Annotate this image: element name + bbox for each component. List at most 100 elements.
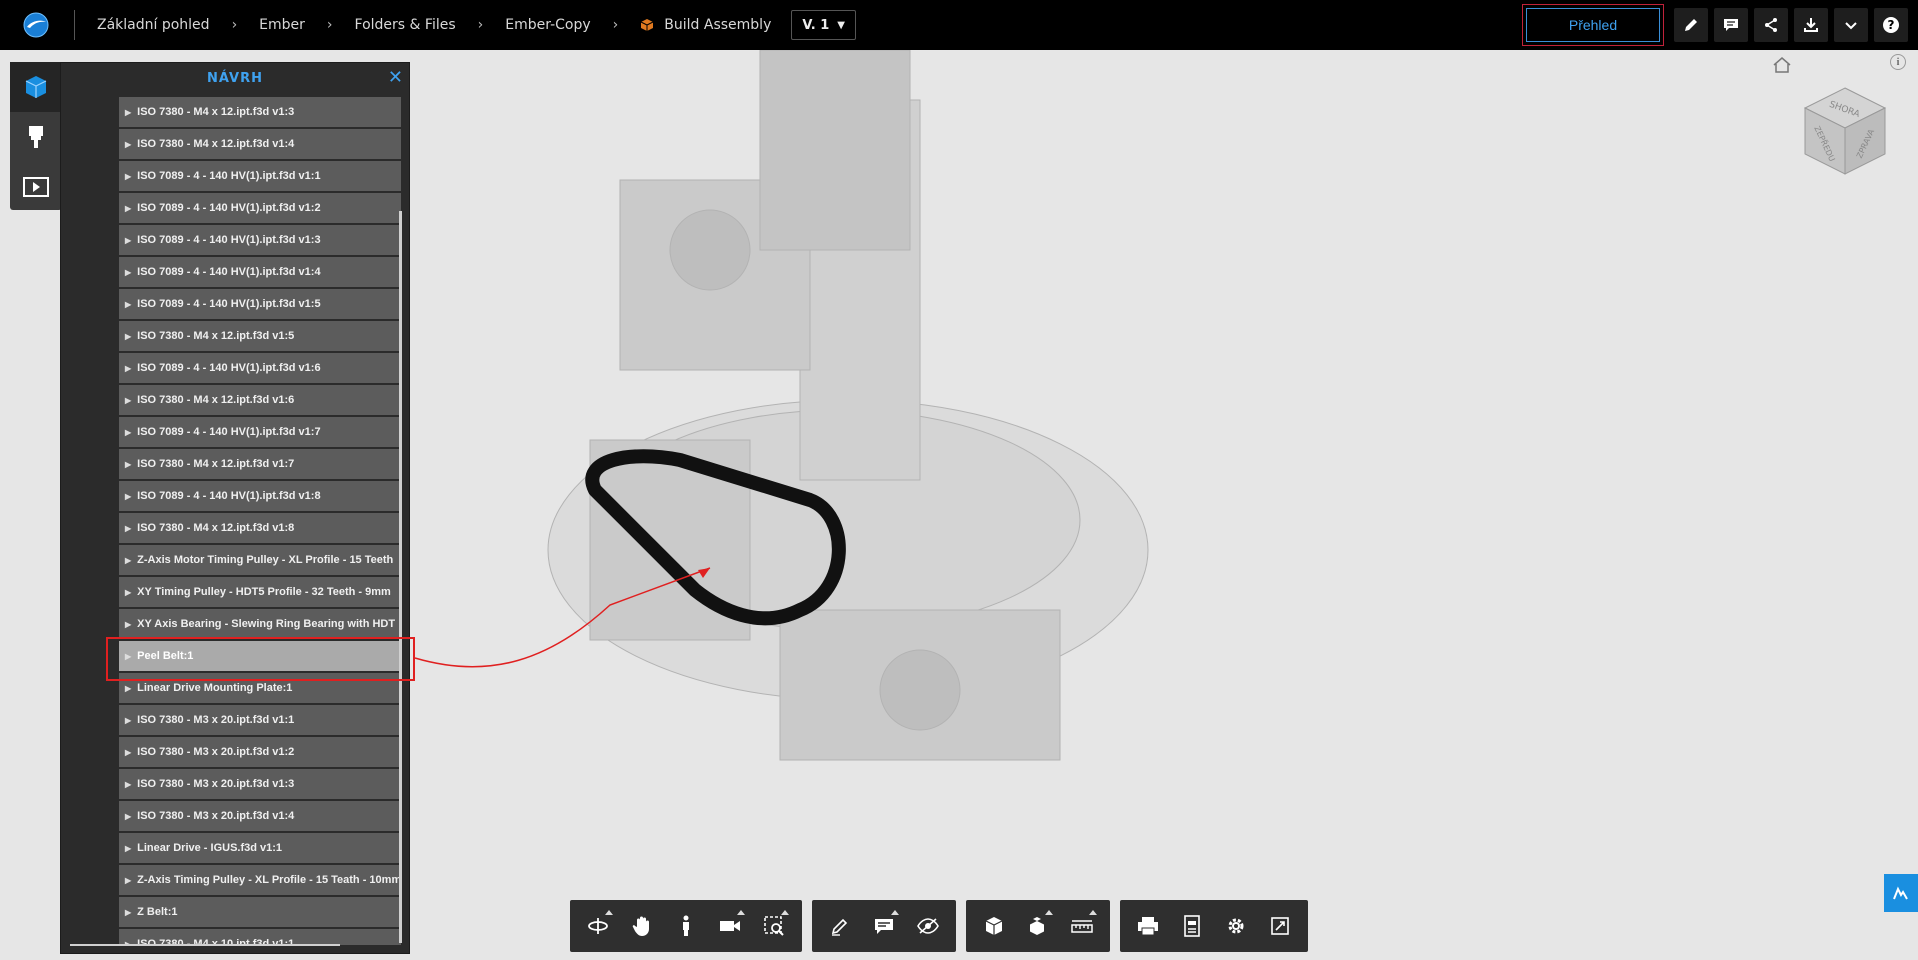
- expand-icon[interactable]: ▶: [125, 172, 131, 181]
- fullscreen-button[interactable]: [1258, 904, 1302, 948]
- expand-icon[interactable]: ▶: [125, 844, 131, 853]
- breadcrumb-item-ember[interactable]: Ember: [255, 17, 309, 33]
- breadcrumb-item-home[interactable]: Základní pohled: [93, 17, 214, 33]
- expand-icon[interactable]: ▶: [125, 556, 131, 565]
- breadcrumb-item-label: Build Assembly: [664, 17, 772, 33]
- measure-button[interactable]: [1060, 904, 1104, 948]
- breadcrumb-item-folders[interactable]: Folders & Files: [351, 17, 460, 33]
- expand-icon[interactable]: ▶: [125, 588, 131, 597]
- tree-item[interactable]: ▶ ISO 7089 - 4 - 140 HV(1).ipt.f3d v1:5: [119, 289, 401, 319]
- expand-icon[interactable]: ▶: [125, 108, 131, 117]
- tree-item[interactable]: ▶ ISO 7089 - 4 - 140 HV(1).ipt.f3d v1:6: [119, 353, 401, 383]
- expand-arrow-icon: [891, 910, 899, 915]
- expand-icon[interactable]: ▶: [125, 748, 131, 757]
- expand-icon[interactable]: ▶: [125, 396, 131, 405]
- expand-icon[interactable]: ▶: [125, 716, 131, 725]
- view-cube[interactable]: SHORA ZEPŘEDU ZPRAVA: [1800, 84, 1890, 180]
- info-icon[interactable]: i: [1890, 54, 1906, 70]
- comment-tool-button[interactable]: [862, 904, 906, 948]
- tree-item[interactable]: ▶ ISO 7089 - 4 - 140 HV(1).ipt.f3d v1:2: [119, 193, 401, 223]
- tree-item[interactable]: ▶ ISO 7380 - M4 x 12.ipt.f3d v1:6: [119, 385, 401, 415]
- orbit-button[interactable]: [576, 904, 620, 948]
- tree-item[interactable]: ▶ ISO 7380 - M3 x 20.ipt.f3d v1:4: [119, 801, 401, 831]
- tree-item[interactable]: ▶ ISO 7380 - M3 x 20.ipt.f3d v1:3: [119, 769, 401, 799]
- expand-icon[interactable]: ▶: [125, 140, 131, 149]
- tree-item-label: ISO 7089 - 4 - 140 HV(1).ipt.f3d v1:5: [137, 298, 321, 310]
- expand-icon[interactable]: ▶: [125, 236, 131, 245]
- version-select[interactable]: V. 1 ▼: [791, 10, 856, 40]
- explode-button[interactable]: [1016, 904, 1060, 948]
- expand-icon[interactable]: ▶: [125, 428, 131, 437]
- help-icon: ?: [1883, 17, 1899, 33]
- bottom-toolbar: [570, 900, 1318, 952]
- expand-icon[interactable]: ▶: [125, 364, 131, 373]
- tree-item-label: ISO 7089 - 4 - 140 HV(1).ipt.f3d v1:4: [137, 266, 321, 278]
- walk-button[interactable]: [664, 904, 708, 948]
- home-icon[interactable]: [1772, 56, 1792, 74]
- model-structure-button[interactable]: [972, 904, 1016, 948]
- settings-button[interactable]: [1214, 904, 1258, 948]
- expand-icon[interactable]: ▶: [125, 204, 131, 213]
- tree-item-label: ISO 7089 - 4 - 140 HV(1).ipt.f3d v1:8: [137, 490, 321, 502]
- horizontal-scrollbar[interactable]: [70, 944, 340, 946]
- tree-item[interactable]: ▶ ISO 7089 - 4 - 140 HV(1).ipt.f3d v1:7: [119, 417, 401, 447]
- expand-icon[interactable]: ▶: [125, 780, 131, 789]
- expand-icon[interactable]: ▶: [125, 268, 131, 277]
- share-button[interactable]: [1754, 8, 1788, 42]
- properties-button[interactable]: [1170, 904, 1214, 948]
- tree-item[interactable]: ▶ ISO 7089 - 4 - 140 HV(1).ipt.f3d v1:4: [119, 257, 401, 287]
- pan-button[interactable]: [620, 904, 664, 948]
- comments-button[interactable]: [1714, 8, 1748, 42]
- model-tree[interactable]: ▶ ISO 7380 - M4 x 12.ipt.f3d v1:3 ▶ ISO 738…: [119, 97, 401, 945]
- camera-button[interactable]: [708, 904, 752, 948]
- breadcrumb-item-build-assembly[interactable]: Build Assembly: [636, 17, 775, 33]
- more-menu-button[interactable]: [1834, 8, 1868, 42]
- markup-button[interactable]: [1674, 8, 1708, 42]
- fit-to-view-button[interactable]: [752, 904, 796, 948]
- tree-item[interactable]: ▶ ISO 7380 - M3 x 20.ipt.f3d v1:1: [119, 705, 401, 735]
- expand-icon[interactable]: ▶: [125, 812, 131, 821]
- expand-icon[interactable]: ▶: [125, 460, 131, 469]
- expand-icon[interactable]: ▶: [125, 876, 131, 885]
- print-button[interactable]: [1126, 904, 1170, 948]
- tree-item[interactable]: ▶ XY Axis Bearing - Slewing Ring Bearing …: [119, 609, 401, 639]
- properties-icon: [1184, 915, 1200, 937]
- expand-icon[interactable]: ▶: [125, 524, 131, 533]
- tree-item[interactable]: ▶ ISO 7089 - 4 - 140 HV(1).ipt.f3d v1:3: [119, 225, 401, 255]
- tree-item[interactable]: ▶ Linear Drive - IGUS.f3d v1:1: [119, 833, 401, 863]
- tree-item[interactable]: ▶ ISO 7380 - M4 x 12.ipt.f3d v1:5: [119, 321, 401, 351]
- tree-item[interactable]: ▶ ISO 7089 - 4 - 140 HV(1).ipt.f3d v1:1: [119, 161, 401, 191]
- animation-tab[interactable]: [10, 162, 62, 212]
- expand-icon[interactable]: ▶: [125, 300, 131, 309]
- expand-icon[interactable]: ▶: [125, 332, 131, 341]
- expand-icon[interactable]: ▶: [125, 684, 131, 693]
- feedback-button[interactable]: [1884, 874, 1918, 912]
- tree-item[interactable]: ▶ ISO 7380 - M4 x 12.ipt.f3d v1:8: [119, 513, 401, 543]
- help-button[interactable]: ?: [1874, 8, 1908, 42]
- tree-item[interactable]: ▶ ISO 7380 - M4 x 12.ipt.f3d v1:4: [119, 129, 401, 159]
- markup-tool-button[interactable]: [818, 904, 862, 948]
- tree-item[interactable]: ▶ ISO 7380 - M4 x 10.ipt.f3d v1:1: [119, 929, 401, 945]
- tree-item[interactable]: ▶ ISO 7089 - 4 - 140 HV(1).ipt.f3d v1:8: [119, 481, 401, 511]
- expand-icon[interactable]: ▶: [125, 492, 131, 501]
- model-browser-tab[interactable]: [10, 62, 62, 112]
- tree-item[interactable]: ▶ Z Belt:1: [119, 897, 401, 927]
- tree-item[interactable]: ▶ ISO 7380 - M4 x 12.ipt.f3d v1:7: [119, 449, 401, 479]
- expand-icon[interactable]: ▶: [125, 620, 131, 629]
- close-icon[interactable]: ✕: [388, 69, 403, 87]
- assembly-model[interactable]: [520, 50, 1160, 810]
- hide-button[interactable]: [906, 904, 950, 948]
- tree-item-label: ISO 7089 - 4 - 140 HV(1).ipt.f3d v1:1: [137, 170, 321, 182]
- expand-icon[interactable]: ▶: [125, 908, 131, 917]
- cube-icon: [985, 917, 1003, 935]
- overview-button[interactable]: Přehled: [1526, 8, 1660, 42]
- tree-item[interactable]: ▶ XY Timing Pulley - HDT5 Profile - 32 Te…: [119, 577, 401, 607]
- tree-item[interactable]: ▶ Z-Axis Timing Pulley - XL Profile - 15 …: [119, 865, 401, 895]
- tree-item[interactable]: ▶ ISO 7380 - M3 x 20.ipt.f3d v1:2: [119, 737, 401, 767]
- paint-tab[interactable]: [10, 112, 62, 162]
- app-logo-icon[interactable]: [16, 5, 56, 45]
- breadcrumb-item-ember-copy[interactable]: Ember-Copy: [501, 17, 594, 33]
- tree-item[interactable]: ▶ ISO 7380 - M4 x 12.ipt.f3d v1:3: [119, 97, 401, 127]
- tree-item[interactable]: ▶ Z-Axis Motor Timing Pulley - XL Profile…: [119, 545, 401, 575]
- download-button[interactable]: [1794, 8, 1828, 42]
